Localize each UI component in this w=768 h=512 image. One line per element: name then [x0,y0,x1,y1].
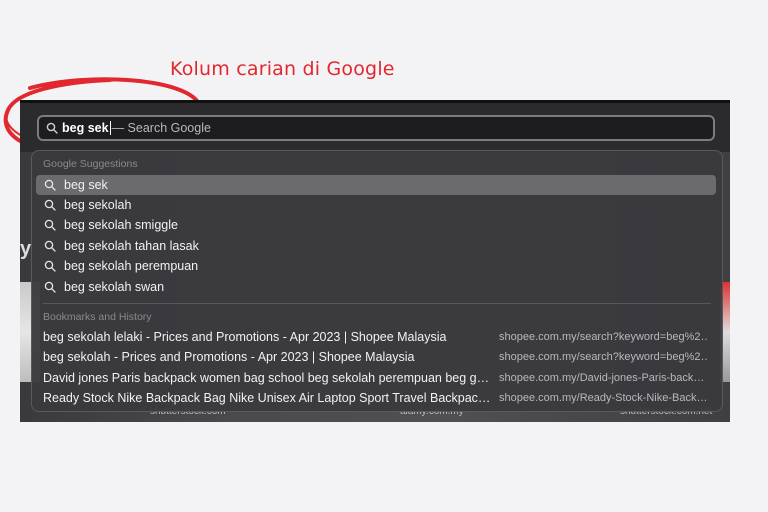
search-icon [44,199,56,211]
history-item-url: shopee.com.my/search?keyword=beg%2… [499,351,707,363]
suggestion-item[interactable]: beg sek [36,175,716,195]
bookmarks-history-heading: Bookmarks and History [43,311,152,323]
text-caret [109,121,111,135]
search-input[interactable]: beg sek — Search Google [37,115,715,141]
history-item[interactable]: David jones Paris backpack women bag sch… [43,368,709,388]
history-item-title: Ready Stock Nike Backpack Bag Nike Unise… [43,391,489,405]
search-icon [44,240,56,252]
history-item-url: shopee.com.my/search?keyword=beg%2… [499,331,707,343]
suggestions-dropdown: Google Suggestions beg sek beg sekolah b… [31,150,723,412]
history-item[interactable]: beg sekolah - Prices and Promotions - Ap… [43,347,709,367]
history-item-url: shopee.com.my/Ready-Stock-Nike-Back… [499,392,707,404]
annotation-label: Kolum carian di Google [170,58,395,80]
suggestion-item[interactable]: beg sekolah perempuan [36,256,716,276]
history-item-title: beg sekolah - Prices and Promotions - Ap… [43,350,415,364]
suggestion-item[interactable]: beg sekolah smiggle [36,215,716,235]
suggestion-label: beg sekolah tahan lasak [64,239,199,253]
window-edge [20,100,730,103]
history-item-title: David jones Paris backpack women bag sch… [43,371,489,385]
search-icon [44,260,56,272]
suggestion-label: beg sek [64,178,108,192]
section-divider [43,303,711,304]
search-hint: — Search Google [111,121,211,135]
background-letter: y [20,238,32,260]
search-icon [44,219,56,231]
suggestion-item[interactable]: beg sekolah swan [36,277,716,297]
browser-screenshot: y shutterstock.com alamy.com.my shutters… [20,100,730,422]
history-item[interactable]: Ready Stock Nike Backpack Bag Nike Unise… [43,388,709,408]
suggestion-label: beg sekolah smiggle [64,218,178,232]
suggestion-item[interactable]: beg sekolah tahan lasak [36,236,716,256]
google-suggestions-heading: Google Suggestions [43,158,138,170]
suggestion-label: beg sekolah perempuan [64,259,199,273]
search-icon [44,179,56,191]
suggestion-label: beg sekolah swan [64,280,165,294]
history-item-title: beg sekolah lelaki - Prices and Promotio… [43,330,447,344]
suggestion-label: beg sekolah [64,198,132,212]
search-icon [46,122,58,134]
search-icon [44,281,56,293]
suggestion-item[interactable]: beg sekolah [36,195,716,215]
history-item[interactable]: beg sekolah lelaki - Prices and Promotio… [43,327,709,347]
history-item-url: shopee.com.my/David-jones-Paris-back… [499,372,705,384]
search-typed-text: beg sek [62,121,109,135]
